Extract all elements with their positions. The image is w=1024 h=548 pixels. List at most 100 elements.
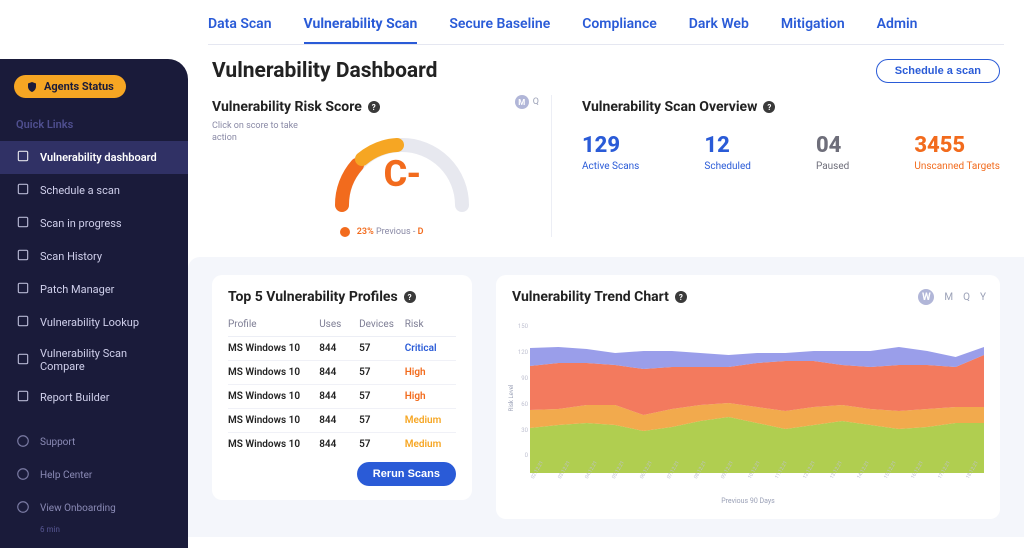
sidebar-item-scan-in-progress[interactable]: Scan in progress: [0, 207, 188, 240]
cell-profile: MS Windows 10: [228, 415, 319, 426]
sidebar-item-label: Patch Manager: [40, 283, 114, 296]
cell-devices: 57: [359, 439, 405, 450]
col-devices: Devices: [359, 319, 405, 330]
tab-admin[interactable]: Admin: [877, 10, 918, 44]
table-row[interactable]: MS Windows 1084457High: [228, 361, 456, 385]
stat-number: 12: [704, 133, 751, 158]
tab-data-scan[interactable]: Data Scan: [208, 10, 272, 44]
rerun-scans-button[interactable]: Rerun Scans: [357, 462, 456, 486]
tab-vulnerability-scan[interactable]: Vulnerability Scan: [304, 10, 418, 44]
report-icon: [16, 389, 30, 406]
table-row[interactable]: MS Windows 1084457Medium: [228, 433, 456, 456]
cell-risk: High: [405, 367, 456, 378]
sidebar-item-scan-history[interactable]: Scan History: [0, 240, 188, 273]
sidebar-item-report-builder[interactable]: Report Builder: [0, 381, 188, 414]
cell-devices: 57: [359, 367, 405, 378]
patch-icon: [16, 281, 30, 298]
top5-title: Top 5 Vulnerability Profiles?: [228, 289, 456, 305]
dashboard-icon: [16, 149, 30, 166]
help-icon: [16, 467, 30, 484]
tab-mitigation[interactable]: Mitigation: [781, 10, 845, 44]
sidebar-item-label: Vulnerability dashboard: [40, 151, 157, 164]
help-icon[interactable]: ?: [404, 291, 416, 303]
trend-range-toggle[interactable]: WMQY: [918, 289, 986, 305]
scan-overview-card: Vulnerability Scan Overview? 129 Active S…: [552, 95, 1000, 237]
trend-plot: [530, 323, 984, 473]
cell-risk: Medium: [405, 439, 456, 450]
cell-uses: 844: [319, 439, 359, 450]
risk-subtext: Click on score to take action: [212, 120, 307, 144]
range-m-button[interactable]: M: [515, 95, 529, 109]
trend-card: Vulnerability Trend Chart? WMQY Risk Lev…: [496, 275, 1000, 519]
sidebar-item-label: Vulnerability Scan Compare: [40, 347, 172, 373]
table-row[interactable]: MS Windows 1084457Medium: [228, 409, 456, 433]
cell-risk: High: [405, 391, 456, 402]
sidebar-item-label: Help Center: [40, 470, 92, 481]
top-tabs: Data Scan Vulnerability Scan Secure Baseli…: [188, 0, 1024, 44]
cell-devices: 57: [359, 343, 405, 354]
risk-pct: 23%: [357, 227, 374, 237]
table-row[interactable]: MS Windows 1084457High: [228, 385, 456, 409]
shield-icon: [26, 81, 38, 93]
cell-risk: Medium: [405, 415, 456, 426]
sidebar-item-label: View Onboarding: [40, 503, 116, 514]
table-row[interactable]: MS Windows 1084457Critical: [228, 337, 456, 361]
compare-icon: [16, 352, 30, 369]
sidebar-item-label: Scan History: [40, 250, 102, 263]
risk-grade: C-: [384, 153, 421, 195]
search-icon: [16, 314, 30, 331]
risk-score-card: Vulnerability Risk Score? M Q Click on s…: [212, 95, 552, 237]
sidebar-item-support[interactable]: Support: [0, 426, 188, 459]
range-q-button[interactable]: Q: [963, 292, 970, 303]
tab-compliance[interactable]: Compliance: [582, 10, 657, 44]
sidebar-item-vulnerability-lookup[interactable]: Vulnerability Lookup: [0, 306, 188, 339]
cell-uses: 844: [319, 343, 359, 354]
stat-active-scans[interactable]: 129 Active Scans: [582, 133, 639, 172]
page-title: Vulnerability Dashboard: [212, 59, 438, 83]
help-icon[interactable]: ?: [675, 291, 687, 303]
risk-footer: 23% Previous - D: [212, 227, 551, 237]
sidebar-item-label: Vulnerability Lookup: [40, 316, 139, 329]
tab-dark-web[interactable]: Dark Web: [689, 10, 749, 44]
agents-status-pill[interactable]: Agents Status: [14, 75, 126, 98]
cell-profile: MS Windows 10: [228, 343, 319, 354]
sidebar-item-label: Scan in progress: [40, 217, 122, 230]
sidebar-item-view-onboarding[interactable]: View Onboarding: [0, 492, 188, 525]
sidebar-item-vulnerability-scan-compare[interactable]: Vulnerability Scan Compare: [0, 339, 188, 381]
cell-profile: MS Windows 10: [228, 439, 319, 450]
scan-overview-title: Vulnerability Scan Overview?: [582, 99, 1000, 115]
top5-card: Top 5 Vulnerability Profiles? Profile Us…: [212, 275, 472, 500]
col-profile: Profile: [228, 319, 319, 330]
stat-paused[interactable]: 04Paused: [816, 133, 849, 172]
schedule-scan-button[interactable]: Schedule a scan: [876, 59, 1000, 83]
help-icon[interactable]: ?: [368, 101, 380, 113]
sidebar-item-schedule-a-scan[interactable]: Schedule a scan: [0, 174, 188, 207]
x-axis-caption: Previous 90 Days: [512, 497, 984, 505]
range-m-button[interactable]: M: [944, 292, 953, 303]
sidebar-item-patch-manager[interactable]: Patch Manager: [0, 273, 188, 306]
stat-number: 04: [816, 133, 849, 158]
stat-number: 129: [582, 133, 639, 158]
x-axis: 02.12.2103.12.2104.12.2105.12.2106.12.21…: [512, 477, 984, 483]
stat-scheduled[interactable]: 12Scheduled: [704, 133, 751, 172]
sidebar-item-vulnerability-dashboard[interactable]: Vulnerability dashboard: [0, 141, 188, 174]
history-icon: [16, 248, 30, 265]
range-q-button[interactable]: Q: [533, 97, 539, 107]
trend-chart: Risk Level 1501209060300: [512, 323, 984, 473]
support-icon: [16, 434, 30, 451]
col-uses: Uses: [319, 319, 359, 330]
quick-links-heading: Quick Links: [0, 112, 188, 141]
risk-score-title: Vulnerability Risk Score?: [212, 99, 551, 115]
help-icon[interactable]: ?: [763, 101, 775, 113]
tab-secure-baseline[interactable]: Secure Baseline: [449, 10, 550, 44]
calendar-icon: [16, 182, 30, 199]
risk-gauge[interactable]: C-: [317, 115, 487, 225]
stat-label: Active Scans: [582, 161, 639, 172]
sidebar-item-help-center[interactable]: Help Center: [0, 459, 188, 492]
cell-risk: Critical: [405, 343, 456, 354]
range-w-button[interactable]: W: [918, 289, 934, 305]
risk-range-toggle[interactable]: M Q: [515, 95, 539, 109]
range-y-button[interactable]: Y: [980, 292, 986, 303]
stat-unscanned-targets[interactable]: 3455Unscanned Targets: [914, 133, 1000, 172]
top5-header-row: Profile Uses Devices Risk: [228, 313, 456, 337]
